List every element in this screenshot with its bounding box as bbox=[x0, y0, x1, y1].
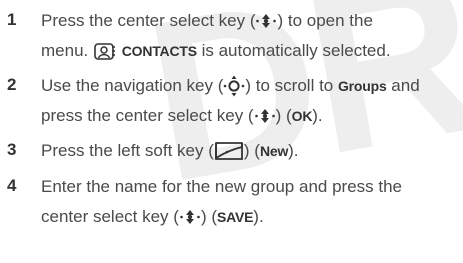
step-text: Enter the name for the new group and pre… bbox=[41, 172, 459, 232]
step-text-part: Enter the name for the new group and pre… bbox=[41, 177, 403, 196]
step-text: Press the left soft key ( ) (New). bbox=[41, 136, 459, 166]
step-number: 1 bbox=[7, 10, 17, 29]
step-text-part: ) ( bbox=[243, 141, 260, 160]
contacts-icon bbox=[94, 42, 115, 60]
step-text-part: ) to scroll to bbox=[245, 76, 338, 95]
step-number: 3 bbox=[7, 140, 17, 159]
left-soft-key-icon bbox=[215, 141, 243, 160]
step-text-part: center select key ( bbox=[41, 207, 179, 226]
step-number: 2 bbox=[7, 75, 17, 94]
step-text-part: Press the left soft key ( bbox=[41, 141, 214, 160]
step-text-part: ) to open the bbox=[277, 11, 373, 30]
step-text-part: Press the center select key ( bbox=[41, 11, 256, 30]
step-text-part: Use the navigation key ( bbox=[41, 76, 224, 95]
ok-label: OK bbox=[291, 108, 313, 124]
step-text-part: ) ( bbox=[275, 106, 292, 125]
step-text-part: ). bbox=[312, 106, 323, 125]
step-text: Use the navigation key ( ) to scroll to G… bbox=[41, 71, 459, 131]
step-text: Press the center select key ( ) to open t… bbox=[41, 6, 459, 66]
step-text-part: and bbox=[386, 76, 420, 95]
step-text-part: ). bbox=[253, 207, 264, 226]
step-text-part: is automatically selected. bbox=[196, 41, 391, 60]
center-select-key-icon bbox=[256, 13, 277, 28]
step-number: 4 bbox=[7, 176, 17, 195]
navigation-key-icon bbox=[224, 75, 245, 97]
step-text-part: press the center select key ( bbox=[41, 106, 254, 125]
groups-label: Groups bbox=[337, 78, 387, 94]
step-text-part: menu. bbox=[41, 41, 93, 60]
save-label: SAVE bbox=[217, 209, 254, 225]
contacts-label: CONTACTS bbox=[121, 43, 197, 59]
new-label: New bbox=[259, 143, 289, 159]
step-text-part: ). bbox=[288, 141, 299, 160]
center-select-key-icon bbox=[180, 209, 200, 224]
center-select-key-icon bbox=[254, 108, 275, 123]
step-text-part: ) ( bbox=[200, 207, 217, 226]
